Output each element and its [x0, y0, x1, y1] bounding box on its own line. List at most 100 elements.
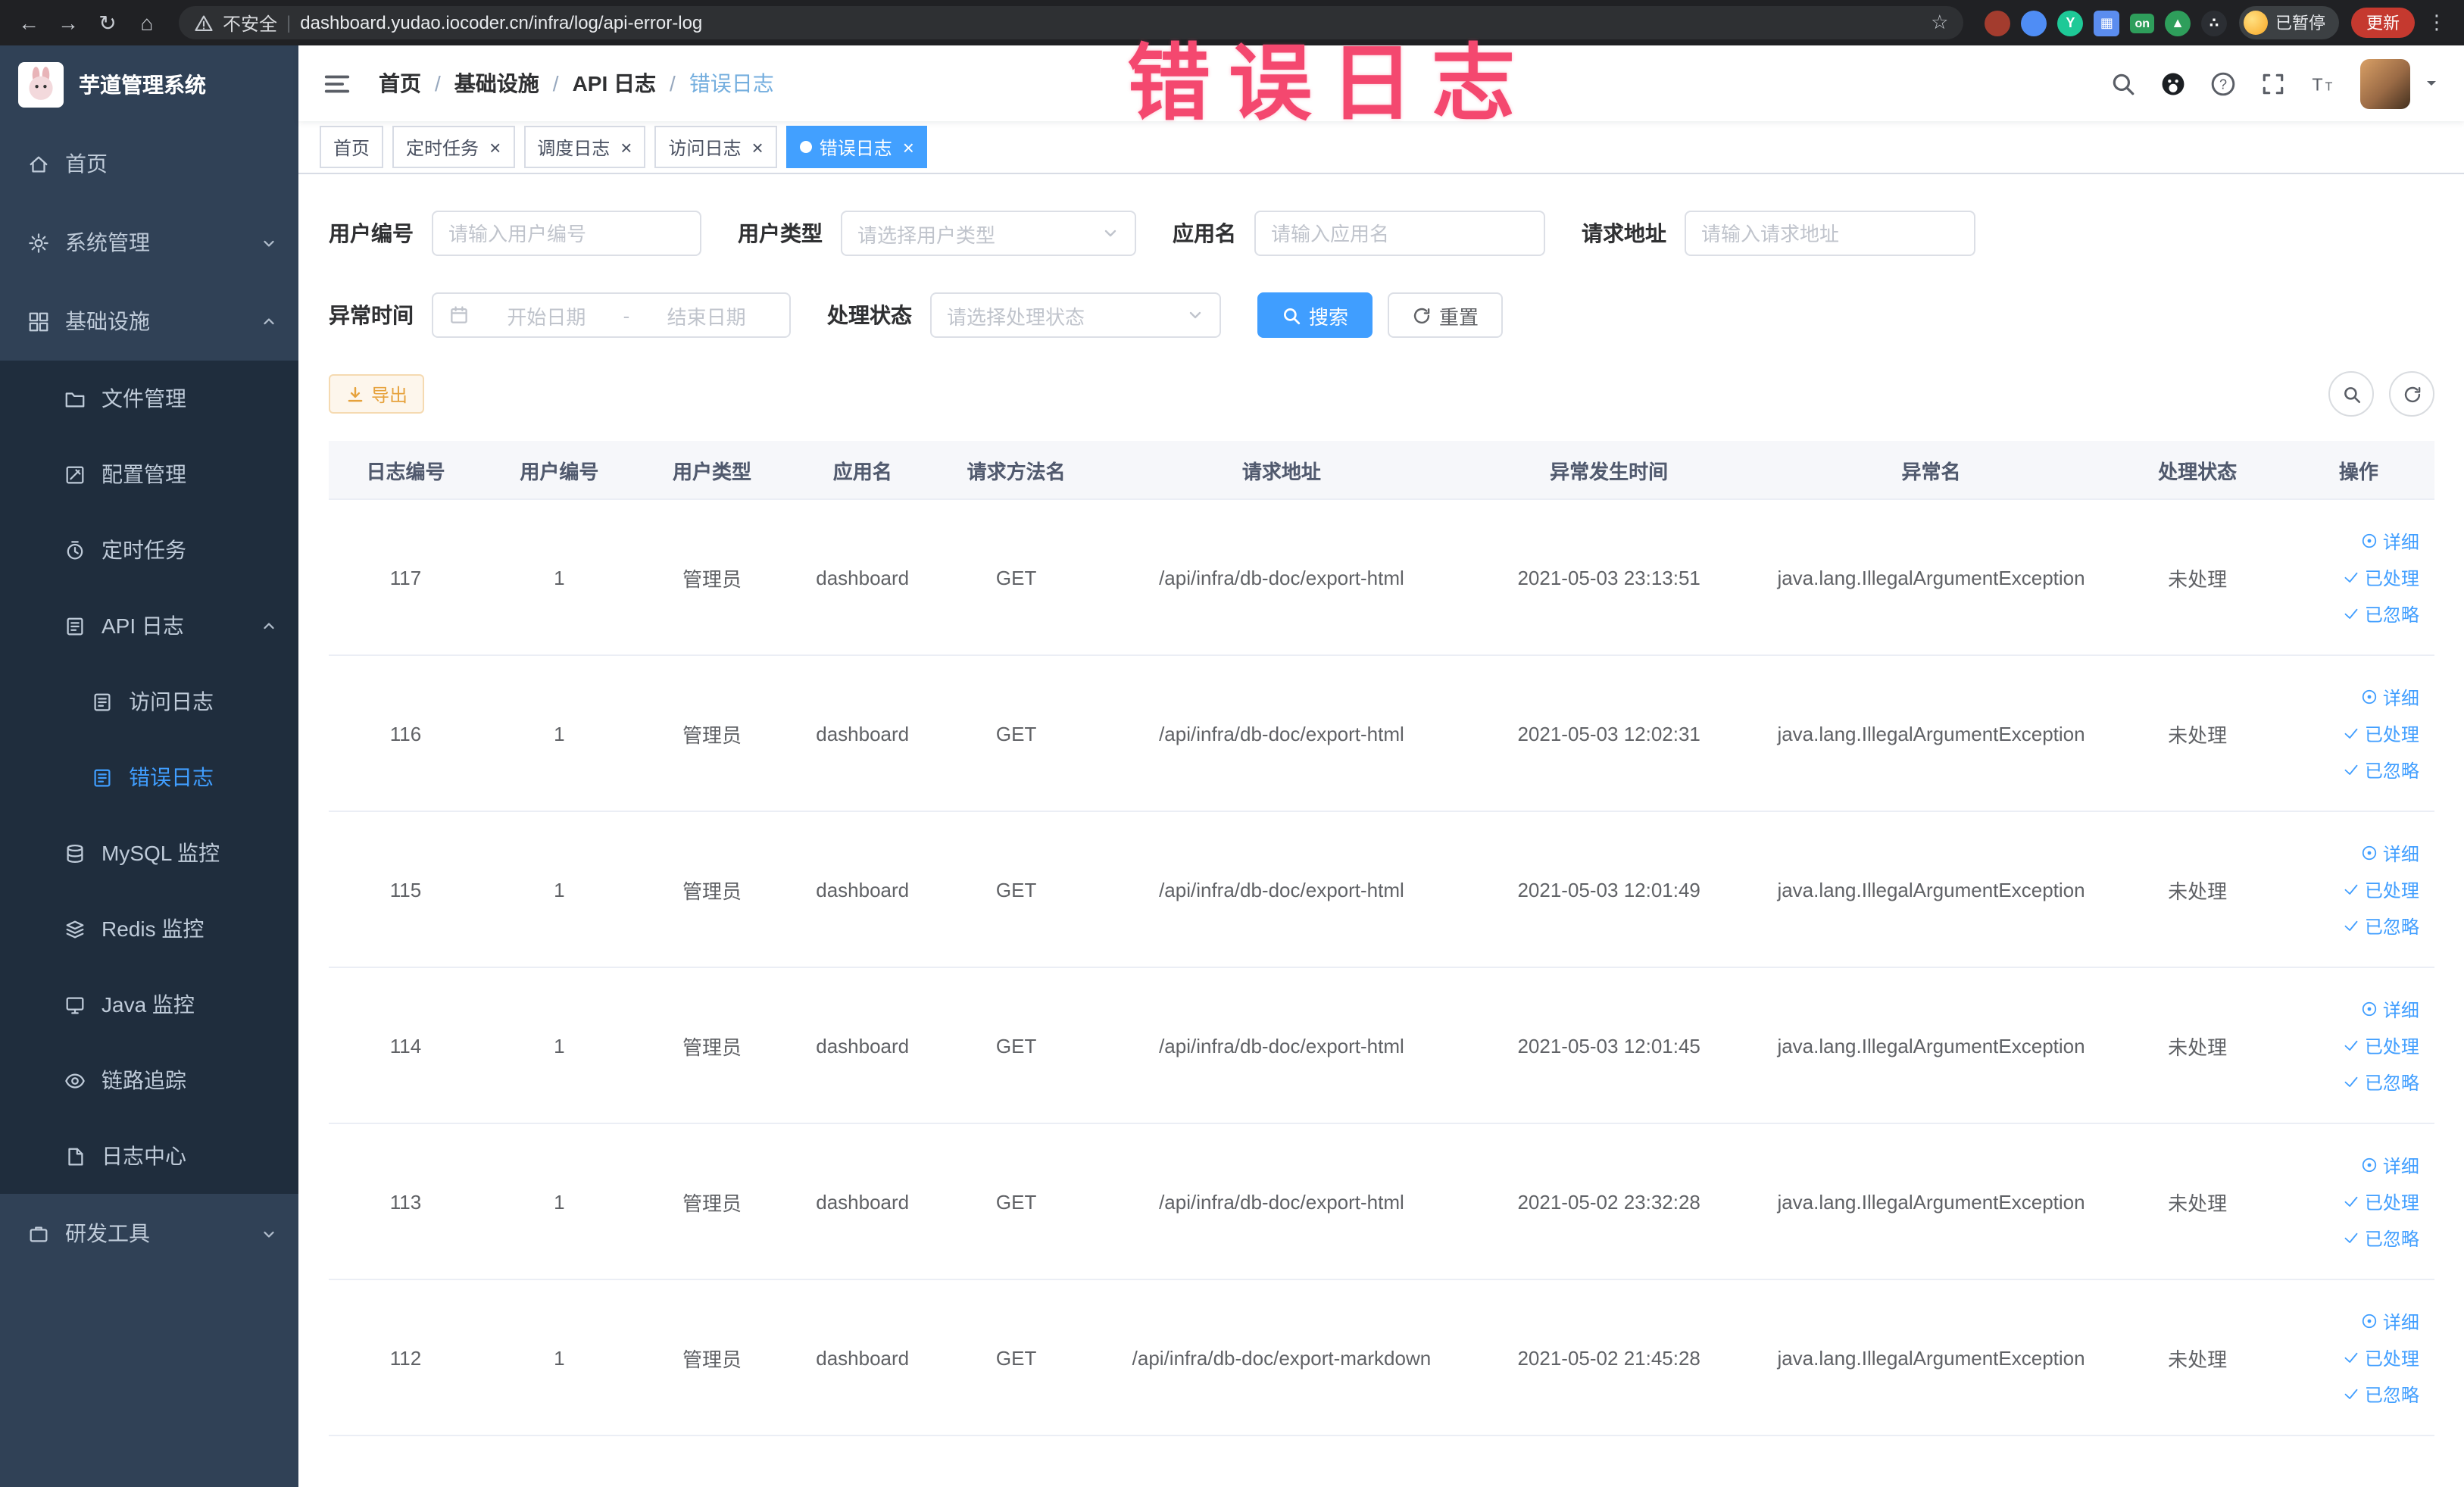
sidebar: 芋道管理系统 首页 系统管理 基础设施 文件管理 配置管理 定时任务 API 日志 访问日志错… — [0, 45, 298, 1487]
sidebar-item-log-center[interactable]: 日志中心 — [0, 1118, 298, 1194]
sidebar-item-config-management[interactable]: 配置管理 — [0, 436, 298, 512]
tab-scheduled-jobs[interactable]: 定时任务 × — [392, 126, 515, 168]
fullscreen-icon[interactable] — [2260, 70, 2286, 96]
processed-link[interactable]: 已处理 — [2342, 1032, 2419, 1058]
extension-icon-3[interactable]: Y — [2057, 10, 2084, 36]
extension-icon-1[interactable] — [1985, 10, 2011, 36]
close-icon[interactable]: × — [489, 137, 501, 157]
url-text[interactable]: dashboard.yudao.iocoder.cn/infra/log/api… — [300, 12, 702, 33]
chevron-down-icon[interactable] — [2422, 74, 2441, 92]
export-button[interactable]: 导出 — [329, 374, 425, 414]
cell-user-id: 1 — [554, 1190, 565, 1213]
ignored-link[interactable]: 已忽略 — [2342, 757, 2419, 783]
tab-home[interactable]: 首页 — [320, 126, 384, 168]
user-type-select[interactable]: 请选择用户类型 — [841, 211, 1136, 256]
sidebar-item-tracing[interactable]: 链路追踪 — [0, 1042, 298, 1118]
chevron-down-icon — [264, 1230, 274, 1237]
sidebar-item-api-log[interactable]: API 日志 — [0, 588, 298, 664]
tab-schedule-log[interactable]: 调度日志 × — [523, 126, 646, 168]
sidebar-item-file-management[interactable]: 文件管理 — [0, 361, 298, 436]
cell-method: GET — [995, 722, 1037, 745]
doc-icon — [94, 692, 111, 711]
search-button-label: 搜索 — [1309, 305, 1349, 328]
sidebar-item-system-management[interactable]: 系统管理 — [0, 203, 298, 282]
error-log-table: 日志编号 用户编号 用户类型 应用名 请求方法名 请求地址 异常发生时间 异常名 处理状态 操作 … — [329, 441, 2434, 1436]
extension-paw-icon[interactable]: ∴ — [2201, 10, 2227, 36]
extension-icon-2[interactable] — [2021, 10, 2047, 36]
processed-link[interactable]: 已处理 — [2342, 564, 2419, 590]
cell-exception: java.lang.IllegalArgumentException — [1777, 878, 2085, 901]
breadcrumb-item[interactable]: 基础设施 — [454, 68, 539, 98]
ignored-link[interactable]: 已忽略 — [2342, 1225, 2419, 1251]
processed-link[interactable]: 已处理 — [2342, 1345, 2419, 1370]
toggle-search-button[interactable] — [2328, 371, 2374, 417]
ignored-link[interactable]: 已忽略 — [2342, 913, 2419, 939]
detail-link-label: 详细 — [2382, 1155, 2419, 1176]
page-content: 用户编号 用户类型 请选择用户类型 应用名 — [298, 174, 2464, 1487]
api-log-icon — [67, 617, 83, 635]
exception-time-range-picker[interactable]: 开始日期 - 结束日期 — [432, 292, 791, 338]
github-icon[interactable] — [2160, 70, 2186, 96]
ignored-link[interactable]: 已忽略 — [2342, 1069, 2419, 1095]
sidebar-item-home[interactable]: 首页 — [0, 124, 298, 203]
sidebar-toggle-icon[interactable] — [323, 69, 351, 98]
tab-error-log[interactable]: 错误日志 × — [785, 126, 928, 168]
sidebar-item-dev-tools[interactable]: 研发工具 — [0, 1194, 298, 1273]
extension-on-badge[interactable]: on — [2130, 13, 2154, 33]
sidebar-item-infrastructure[interactable]: 基础设施 — [0, 282, 298, 361]
table-toolbar: 导出 — [329, 371, 2434, 417]
detail-link[interactable]: 详细 — [2360, 1308, 2419, 1334]
avatar[interactable] — [2360, 58, 2410, 108]
forward-icon[interactable]: → — [52, 6, 85, 39]
filter-user-type: 用户类型 请选择用户类型 — [738, 211, 1136, 256]
sidebar-item-java-monitor[interactable]: Java 监控 — [0, 967, 298, 1042]
browser-profile-pill[interactable]: 已暂停 — [2239, 6, 2339, 39]
app-logo[interactable]: 芋道管理系统 — [0, 45, 298, 124]
extension-icon-4[interactable]: ▦ — [2094, 10, 2120, 36]
column-header: 请求方法名 — [967, 460, 1066, 483]
detail-link[interactable]: 详细 — [2360, 684, 2419, 710]
close-icon[interactable]: × — [620, 137, 632, 157]
processed-link[interactable]: 已处理 — [2342, 876, 2419, 902]
ignored-link[interactable]: 已忽略 — [2342, 1381, 2419, 1407]
breadcrumb-item[interactable]: 首页 — [379, 68, 421, 98]
processed-link-label: 已处理 — [2364, 1348, 2419, 1369]
reload-icon[interactable]: ↻ — [91, 6, 124, 39]
font-size-icon[interactable]: TT — [2310, 70, 2336, 96]
tab-access-log[interactable]: 访问日志 × — [654, 126, 777, 168]
ignored-link[interactable]: 已忽略 — [2342, 601, 2419, 626]
processed-link[interactable]: 已处理 — [2342, 720, 2419, 746]
home-icon[interactable]: ⌂ — [130, 6, 164, 39]
sidebar-item-access-log[interactable]: 访问日志 — [0, 664, 298, 739]
security-label[interactable]: 不安全 — [223, 10, 277, 36]
sidebar-item-error-log[interactable]: 错误日志 — [0, 739, 298, 815]
user-id-input[interactable] — [432, 211, 701, 256]
help-icon[interactable]: ? — [2210, 70, 2236, 96]
reset-button[interactable]: 重置 — [1388, 292, 1504, 338]
search-button[interactable]: 搜索 — [1257, 292, 1373, 338]
table-body: 117 1 管理员 dashboard GET/api/infra/db-doc/exp… — [329, 500, 2434, 1436]
sidebar-item-mysql-monitor[interactable]: MySQL 监控 — [0, 815, 298, 891]
address-bar[interactable]: 不安全 | dashboard.yudao.iocoder.cn/infra/l… — [179, 6, 1964, 39]
processed-link[interactable]: 已处理 — [2342, 1189, 2419, 1214]
column-header: 操作 — [2338, 460, 2378, 483]
back-icon[interactable]: ← — [12, 6, 45, 39]
detail-link[interactable]: 详细 — [2360, 996, 2419, 1022]
browser-menu-icon[interactable]: ⋮ — [2421, 11, 2453, 35]
request-url-input[interactable] — [1685, 211, 1975, 256]
process-status-select[interactable]: 请选择处理状态 — [930, 292, 1221, 338]
refresh-table-button[interactable] — [2389, 371, 2434, 417]
detail-link[interactable]: 详细 — [2360, 840, 2419, 866]
sidebar-item-scheduled-jobs[interactable]: 定时任务 — [0, 512, 298, 588]
sidebar-item-redis-monitor[interactable]: Redis 监控 — [0, 891, 298, 967]
app-name-input[interactable] — [1254, 211, 1545, 256]
close-icon[interactable]: × — [752, 137, 764, 157]
browser-update-button[interactable]: 更新 — [2351, 8, 2415, 38]
detail-link[interactable]: 详细 — [2360, 1152, 2419, 1178]
breadcrumb-item[interactable]: API 日志 — [573, 68, 656, 98]
bookmark-star-icon[interactable]: ☆ — [1931, 11, 1948, 35]
close-icon[interactable]: × — [903, 137, 914, 157]
search-icon[interactable] — [2110, 70, 2136, 96]
detail-link[interactable]: 详细 — [2360, 528, 2419, 554]
extension-tree-icon[interactable]: ▲ — [2165, 10, 2191, 36]
